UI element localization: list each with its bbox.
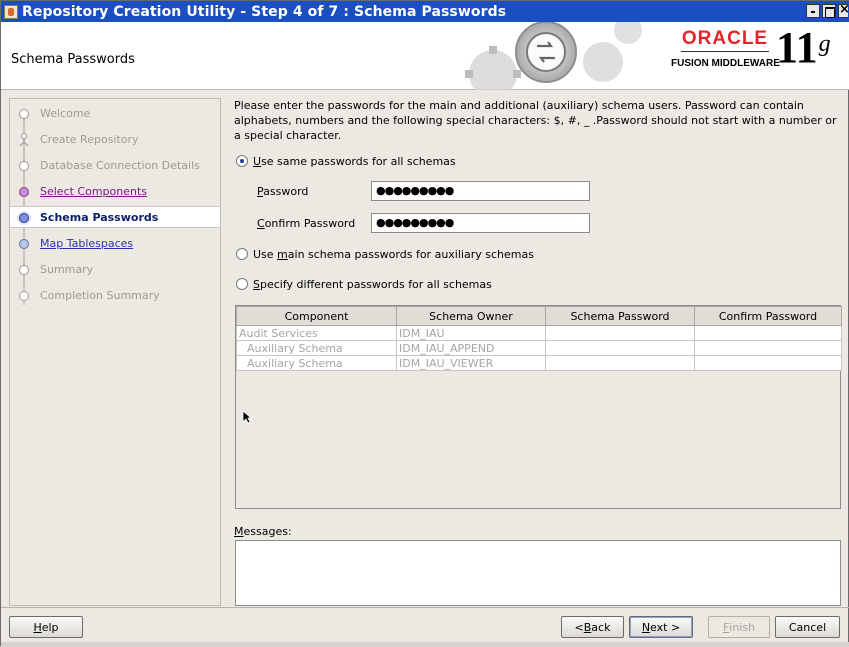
option-same-label: Use same passwords for all schemas [253, 154, 456, 168]
version-suffix: g [818, 31, 831, 57]
schema-password-cell [545, 340, 695, 356]
nav-step-schema-passwords: Schema Passwords [10, 206, 220, 228]
column-header[interactable]: Confirm Password [694, 306, 842, 326]
nav-step-welcome: Welcome [10, 103, 220, 125]
table-row: Audit Services IDM_IAU [236, 325, 842, 341]
nav-step-summary: Summary [10, 259, 220, 281]
nav-step-label: Summary [40, 263, 94, 276]
wizard-steps-panel: Welcome Create Repository Database Conne… [9, 98, 221, 606]
password-label: Password [257, 185, 309, 198]
step-circle-icon [19, 239, 29, 249]
step-circle-icon [19, 291, 29, 301]
component-cell: Audit Services [236, 325, 397, 341]
finish-button[interactable]: Finish [708, 616, 770, 638]
step-circle-icon [19, 109, 29, 119]
next-button[interactable]: Next > [629, 616, 693, 638]
nav-step-map-tablespaces[interactable]: Map Tablespaces [10, 233, 220, 255]
option-main-label: Use main schema passwords for auxiliary … [253, 247, 534, 261]
radio-button[interactable] [236, 155, 248, 167]
radio-button[interactable] [236, 248, 248, 260]
column-header[interactable]: Schema Password [545, 306, 695, 326]
minimize-icon[interactable] [806, 4, 820, 18]
window-bottom-edge [1, 642, 849, 647]
option-different-label: Specify different passwords for all sche… [253, 277, 492, 291]
branch-step-icon [19, 133, 29, 147]
fusion-middleware-text: FUSION MIDDLEWARE [671, 58, 780, 69]
column-header[interactable]: Schema Owner [396, 306, 546, 326]
password-field[interactable]: ●●●●●●●●● [371, 181, 590, 201]
title-bar[interactable]: Repository Creation Utility - Step 4 of … [1, 1, 849, 22]
schema-owner-cell: IDM_IAU_APPEND [396, 340, 546, 356]
app-window: Repository Creation Utility - Step 4 of … [0, 0, 849, 647]
help-button[interactable]: Help [9, 616, 83, 638]
nav-step-label[interactable]: Select Components [40, 185, 147, 198]
component-cell: Auxiliary Schema [236, 355, 397, 371]
table-header-row: Component Schema Owner Schema Password C… [236, 306, 842, 326]
step-circle-icon [19, 187, 29, 197]
nav-step-label: Completion Summary [40, 289, 160, 302]
nav-step-label: Welcome [40, 107, 91, 120]
step-circle-icon [19, 161, 29, 171]
footer-separator [1, 607, 849, 608]
nav-step-label: Database Connection Details [40, 159, 200, 172]
confirm-password-cell [694, 340, 842, 356]
maximize-icon[interactable] [822, 4, 836, 18]
table-row: Auxiliary Schema IDM_IAU_VIEWER [236, 355, 842, 371]
mouse-pointer-icon [242, 410, 252, 424]
option-same-passwords[interactable]: Use same passwords for all schemas [236, 153, 456, 169]
window-controls [806, 2, 849, 18]
option-different-passwords[interactable]: Specify different passwords for all sche… [236, 276, 492, 292]
page-title: Schema Passwords [11, 52, 135, 67]
messages-label: Messages: [234, 525, 292, 538]
option-main-passwords[interactable]: Use main schema passwords for auxiliary … [236, 246, 534, 262]
step-circle-icon [19, 213, 29, 223]
nav-step-select-components[interactable]: Select Components [10, 181, 220, 203]
version-number: 11 [776, 23, 818, 72]
wizard-header: Schema Passwords ORACLE FUSION MIDDLEWAR… [1, 22, 849, 90]
table-row: Auxiliary Schema IDM_IAU_APPEND [236, 340, 842, 356]
schema-owner-cell: IDM_IAU_VIEWER [396, 355, 546, 371]
component-cell: Auxiliary Schema [236, 340, 397, 356]
column-header[interactable]: Component [236, 306, 397, 326]
nav-step-label[interactable]: Map Tablespaces [40, 237, 133, 250]
instructions-text: Please enter the passwords for the main … [234, 99, 837, 142]
schema-password-cell [545, 325, 695, 341]
gears-graphic [465, 22, 642, 90]
oracle-logo: ORACLE FUSION MIDDLEWARE [671, 28, 780, 78]
schema-table: Component Schema Owner Schema Password C… [235, 305, 842, 509]
nav-step-create-repository: Create Repository [10, 129, 220, 151]
cancel-button[interactable]: Cancel [775, 616, 840, 638]
schema-owner-cell: IDM_IAU [396, 325, 546, 341]
confirm-password-cell [694, 355, 842, 371]
confirm-password-cell [694, 325, 842, 341]
nav-step-database-connection: Database Connection Details [10, 155, 220, 177]
schema-password-cell [545, 355, 695, 371]
version-11g-logo: 11g [776, 23, 831, 72]
java-app-icon [4, 4, 18, 19]
nav-step-label: Schema Passwords [40, 211, 159, 224]
oracle-wordmark: ORACLE [681, 28, 769, 52]
nav-step-label: Create Repository [40, 133, 139, 146]
confirm-password-label: Confirm Password [257, 217, 356, 230]
close-icon[interactable] [838, 2, 849, 18]
confirm-password-field[interactable]: ●●●●●●●●● [371, 213, 590, 233]
window-title: Repository Creation Utility - Step 4 of … [22, 3, 507, 20]
step-circle-icon [19, 265, 29, 275]
back-button[interactable]: < Back [561, 616, 624, 638]
radio-button[interactable] [236, 278, 248, 290]
nav-step-completion-summary: Completion Summary [10, 285, 220, 307]
messages-area[interactable] [235, 540, 841, 606]
